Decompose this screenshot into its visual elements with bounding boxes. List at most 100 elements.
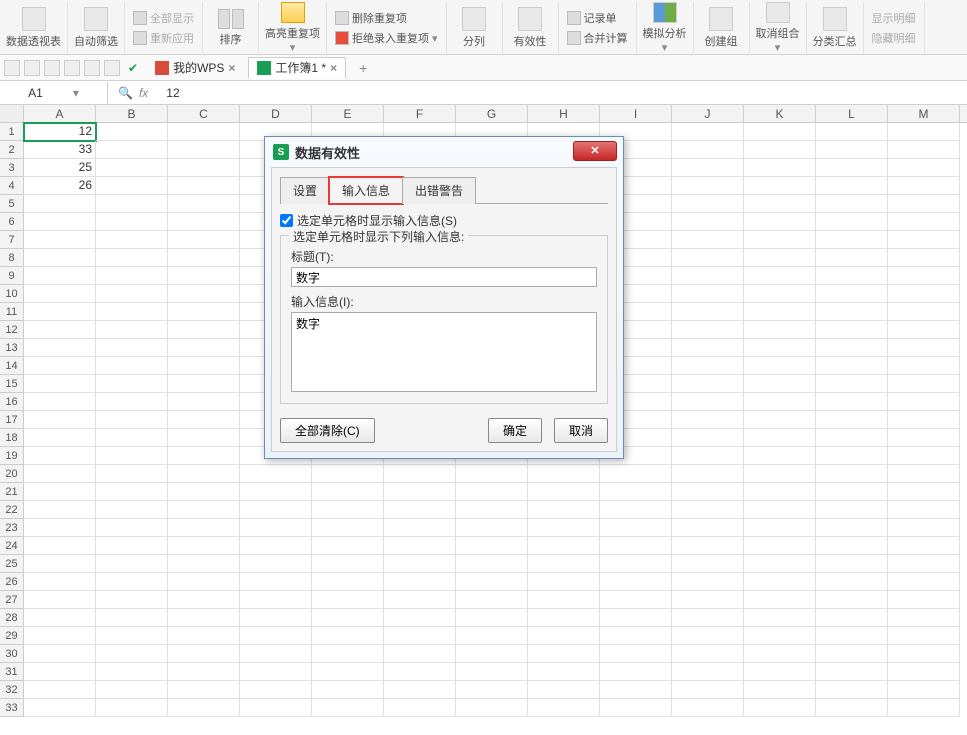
- cell-A32[interactable]: [24, 681, 96, 699]
- cell-L16[interactable]: [816, 393, 888, 411]
- row-header-5[interactable]: 5: [0, 195, 24, 213]
- autofilter-button[interactable]: 自动筛选: [68, 2, 125, 54]
- cell-I24[interactable]: [600, 537, 672, 555]
- dialog-close-button[interactable]: ✕: [573, 141, 617, 161]
- cell-M12[interactable]: [888, 321, 960, 339]
- cell-A5[interactable]: [24, 195, 96, 213]
- col-header-B[interactable]: B: [96, 105, 168, 122]
- cell-M2[interactable]: [888, 141, 960, 159]
- cell-J33[interactable]: [672, 699, 744, 717]
- cell-B20[interactable]: [96, 465, 168, 483]
- cell-B33[interactable]: [96, 699, 168, 717]
- cell-K4[interactable]: [744, 177, 816, 195]
- cell-D23[interactable]: [240, 519, 312, 537]
- cell-L19[interactable]: [816, 447, 888, 465]
- cell-A9[interactable]: [24, 267, 96, 285]
- cell-D31[interactable]: [240, 663, 312, 681]
- cell-L1[interactable]: [816, 123, 888, 141]
- cell-A20[interactable]: [24, 465, 96, 483]
- dialog-titlebar[interactable]: S 数据有效性 ✕: [265, 137, 623, 167]
- cell-A11[interactable]: [24, 303, 96, 321]
- cell-E26[interactable]: [312, 573, 384, 591]
- cell-M7[interactable]: [888, 231, 960, 249]
- cell-B13[interactable]: [96, 339, 168, 357]
- cell-H32[interactable]: [528, 681, 600, 699]
- cell-M15[interactable]: [888, 375, 960, 393]
- cell-K30[interactable]: [744, 645, 816, 663]
- row-header-20[interactable]: 20: [0, 465, 24, 483]
- consolidate-button[interactable]: 合并计算: [565, 29, 630, 47]
- cell-A4[interactable]: 26: [24, 177, 96, 195]
- cell-A17[interactable]: [24, 411, 96, 429]
- cell-A1[interactable]: 12: [24, 123, 96, 141]
- cell-K6[interactable]: [744, 213, 816, 231]
- cell-A6[interactable]: [24, 213, 96, 231]
- formula-input[interactable]: 12: [158, 86, 179, 100]
- cell-D29[interactable]: [240, 627, 312, 645]
- cell-J5[interactable]: [672, 195, 744, 213]
- cell-J30[interactable]: [672, 645, 744, 663]
- cell-L26[interactable]: [816, 573, 888, 591]
- row-header-14[interactable]: 14: [0, 357, 24, 375]
- cell-J22[interactable]: [672, 501, 744, 519]
- cell-H24[interactable]: [528, 537, 600, 555]
- row-header-7[interactable]: 7: [0, 231, 24, 249]
- cell-K29[interactable]: [744, 627, 816, 645]
- row-header-28[interactable]: 28: [0, 609, 24, 627]
- cell-K2[interactable]: [744, 141, 816, 159]
- cell-K15[interactable]: [744, 375, 816, 393]
- cell-A3[interactable]: 25: [24, 159, 96, 177]
- cell-E22[interactable]: [312, 501, 384, 519]
- cell-D28[interactable]: [240, 609, 312, 627]
- cell-B29[interactable]: [96, 627, 168, 645]
- cell-J23[interactable]: [672, 519, 744, 537]
- cell-K25[interactable]: [744, 555, 816, 573]
- cell-B24[interactable]: [96, 537, 168, 555]
- cell-G31[interactable]: [456, 663, 528, 681]
- cell-J19[interactable]: [672, 447, 744, 465]
- cell-M29[interactable]: [888, 627, 960, 645]
- cell-J1[interactable]: [672, 123, 744, 141]
- cell-C21[interactable]: [168, 483, 240, 501]
- cell-C33[interactable]: [168, 699, 240, 717]
- cell-J21[interactable]: [672, 483, 744, 501]
- cell-M13[interactable]: [888, 339, 960, 357]
- cell-B8[interactable]: [96, 249, 168, 267]
- col-header-C[interactable]: C: [168, 105, 240, 122]
- cell-C32[interactable]: [168, 681, 240, 699]
- cell-A12[interactable]: [24, 321, 96, 339]
- cell-B16[interactable]: [96, 393, 168, 411]
- cell-E28[interactable]: [312, 609, 384, 627]
- cell-J3[interactable]: [672, 159, 744, 177]
- cell-I26[interactable]: [600, 573, 672, 591]
- cell-F24[interactable]: [384, 537, 456, 555]
- cell-I28[interactable]: [600, 609, 672, 627]
- validation-button[interactable]: 有效性: [503, 2, 559, 54]
- cell-I32[interactable]: [600, 681, 672, 699]
- cell-M32[interactable]: [888, 681, 960, 699]
- cell-E32[interactable]: [312, 681, 384, 699]
- cell-F22[interactable]: [384, 501, 456, 519]
- cell-M18[interactable]: [888, 429, 960, 447]
- cell-L5[interactable]: [816, 195, 888, 213]
- cell-C13[interactable]: [168, 339, 240, 357]
- row-header-6[interactable]: 6: [0, 213, 24, 231]
- cell-C3[interactable]: [168, 159, 240, 177]
- cell-C30[interactable]: [168, 645, 240, 663]
- row-header-25[interactable]: 25: [0, 555, 24, 573]
- cell-J18[interactable]: [672, 429, 744, 447]
- cell-F26[interactable]: [384, 573, 456, 591]
- cell-L31[interactable]: [816, 663, 888, 681]
- cell-B6[interactable]: [96, 213, 168, 231]
- tab-add[interactable]: +: [350, 57, 376, 79]
- highlight-dup-button[interactable]: 高亮重复项▾: [259, 2, 327, 54]
- cell-M31[interactable]: [888, 663, 960, 681]
- cell-F33[interactable]: [384, 699, 456, 717]
- cell-M27[interactable]: [888, 591, 960, 609]
- cell-L9[interactable]: [816, 267, 888, 285]
- cell-J32[interactable]: [672, 681, 744, 699]
- cell-L10[interactable]: [816, 285, 888, 303]
- cell-L8[interactable]: [816, 249, 888, 267]
- cell-K3[interactable]: [744, 159, 816, 177]
- record-form-button[interactable]: 记录单: [565, 9, 630, 27]
